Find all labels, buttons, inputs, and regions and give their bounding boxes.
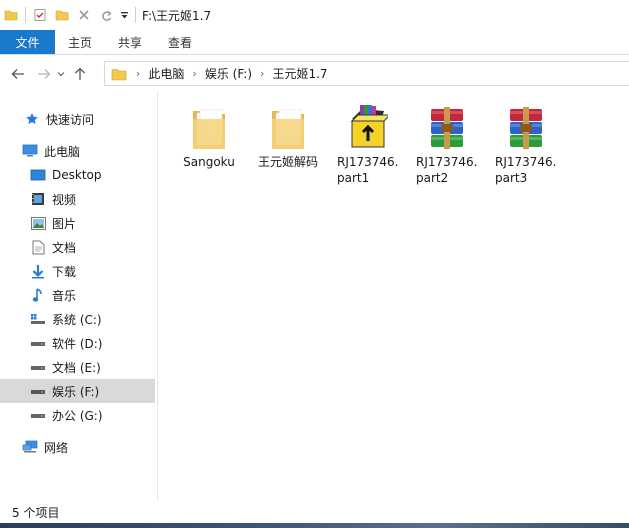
- nav-item-label: 文档: [52, 240, 77, 255]
- folder-icon: [179, 97, 239, 151]
- file-name: 王元姬解码: [257, 155, 318, 169]
- folder-icon[interactable]: [0, 4, 22, 26]
- desktop-background-strip: [0, 523, 629, 528]
- folder-icon: [111, 67, 127, 81]
- breadcrumb-separator-icon[interactable]: ›: [131, 67, 145, 80]
- nav-item-desktop[interactable]: Desktop: [0, 163, 155, 187]
- nav-item-videos[interactable]: 视频: [0, 187, 155, 211]
- download-icon: [30, 263, 46, 279]
- nav-item-drive-g[interactable]: 办公 (G:): [0, 403, 155, 427]
- file-name-line1: RJ173746.: [495, 155, 557, 169]
- title-divider: [135, 7, 136, 23]
- quick-access-toolbar: [0, 0, 131, 30]
- nav-item-label: 办公 (G:): [52, 408, 103, 423]
- file-name: RJ173746. part3: [495, 154, 557, 186]
- nav-item-music[interactable]: 音乐: [0, 283, 155, 307]
- nav-item-label: 下载: [52, 264, 77, 279]
- breadcrumb-separator-icon[interactable]: ›: [255, 67, 269, 80]
- file-name: Sangoku: [183, 155, 235, 169]
- nav-item-label: 网络: [44, 440, 69, 455]
- toolbar-divider: [25, 7, 26, 23]
- nav-item-label: 系统 (C:): [52, 312, 102, 327]
- file-name-line2: part3: [495, 171, 528, 185]
- nav-item-this-pc[interactable]: 此电脑: [0, 139, 155, 163]
- nav-item-label: 视频: [52, 192, 77, 207]
- breadcrumb-separator-icon[interactable]: ›: [187, 67, 201, 80]
- tab-share[interactable]: 共享: [105, 30, 155, 54]
- breadcrumb-drive[interactable]: 娱乐 (F:): [202, 65, 255, 82]
- nav-item-label: 娱乐 (F:): [52, 384, 100, 399]
- computer-icon: [22, 143, 38, 159]
- tab-file[interactable]: 文件: [0, 30, 55, 54]
- up-button[interactable]: [69, 63, 91, 85]
- drive-icon: [30, 407, 46, 423]
- drive-icon: [30, 335, 46, 351]
- drive-icon: [30, 359, 46, 375]
- tab-view[interactable]: 查看: [155, 30, 205, 54]
- nav-item-label: 音乐: [52, 288, 77, 303]
- file-name: RJ173746. part1: [337, 154, 399, 186]
- nav-item-documents[interactable]: 文档: [0, 235, 155, 259]
- file-name-line1: RJ173746.: [416, 155, 478, 169]
- properties-icon[interactable]: [29, 4, 51, 26]
- file-list: Sangoku 王元姬解码 RJ173746. part1 RJ173746. …: [158, 91, 629, 501]
- nav-item-drive-e[interactable]: 文档 (E:): [0, 355, 155, 379]
- nav-item-label: 文档 (E:): [52, 360, 101, 375]
- system-drive-icon: [30, 311, 46, 327]
- navigation-pane: 快速访问 此电脑 Desktop 视频 图片 文档 下载 音乐 系统 (C:) …: [0, 91, 158, 501]
- nav-item-drive-f[interactable]: 娱乐 (F:): [0, 379, 155, 403]
- nav-item-pictures[interactable]: 图片: [0, 211, 155, 235]
- file-item-sangoku[interactable]: Sangoku: [171, 97, 247, 170]
- nav-item-network[interactable]: 网络: [0, 435, 155, 459]
- video-icon: [30, 191, 46, 207]
- new-folder-icon[interactable]: [51, 4, 73, 26]
- winrar-archive-icon: [417, 97, 477, 151]
- winrar-sfx-icon: [338, 97, 398, 151]
- nav-item-label: 软件 (D:): [52, 336, 103, 351]
- desktop-icon: [30, 167, 46, 183]
- network-icon: [22, 439, 38, 455]
- drive-icon: [30, 383, 46, 399]
- file-name-line1: RJ173746.: [337, 155, 399, 169]
- title-bar: F:\王元姬1.7: [0, 0, 629, 30]
- picture-icon: [30, 215, 46, 231]
- folder-icon: [258, 97, 318, 151]
- forward-button[interactable]: [33, 63, 55, 85]
- file-item-rj173746-part2[interactable]: RJ173746. part2: [409, 97, 485, 186]
- redo-icon[interactable]: [95, 4, 117, 26]
- customize-toolbar-icon[interactable]: [117, 4, 131, 26]
- file-item-rj173746-part1[interactable]: RJ173746. part1: [330, 97, 406, 186]
- file-name: RJ173746. part2: [416, 154, 478, 186]
- tab-home[interactable]: 主页: [55, 30, 105, 54]
- delete-icon[interactable]: [73, 4, 95, 26]
- nav-item-downloads[interactable]: 下载: [0, 259, 155, 283]
- file-item-rj173746-part3[interactable]: RJ173746. part3: [488, 97, 564, 186]
- window-title: F:\王元姬1.7: [142, 8, 212, 23]
- file-item-decoder-folder[interactable]: 王元姬解码: [250, 97, 326, 170]
- ribbon-tabs: 文件 主页 共享 查看: [0, 30, 629, 55]
- nav-item-drive-d[interactable]: 软件 (D:): [0, 331, 155, 355]
- address-row: › 此电脑 › 娱乐 (F:) › 王元姬1.7: [0, 56, 629, 91]
- recent-locations-button[interactable]: [55, 63, 67, 85]
- file-name-line2: part2: [416, 171, 449, 185]
- nav-item-quick-access[interactable]: 快速访问: [0, 107, 155, 131]
- nav-item-label: 此电脑: [44, 144, 81, 159]
- address-bar[interactable]: › 此电脑 › 娱乐 (F:) › 王元姬1.7: [104, 61, 629, 86]
- back-button[interactable]: [7, 63, 29, 85]
- item-count: 5 个项目: [12, 505, 60, 520]
- nav-item-label: Desktop: [52, 168, 102, 182]
- nav-item-label: 快速访问: [46, 112, 95, 127]
- file-name-line2: part1: [337, 171, 370, 185]
- status-bar: 5 个项目: [0, 501, 629, 523]
- winrar-archive-icon: [496, 97, 556, 151]
- breadcrumb-this-pc[interactable]: 此电脑: [145, 65, 187, 82]
- document-icon: [30, 239, 46, 255]
- breadcrumb-current-folder[interactable]: 王元姬1.7: [269, 65, 330, 82]
- nav-item-drive-c[interactable]: 系统 (C:): [0, 307, 155, 331]
- music-icon: [30, 287, 46, 303]
- nav-item-label: 图片: [52, 216, 77, 231]
- star-icon: [24, 111, 40, 127]
